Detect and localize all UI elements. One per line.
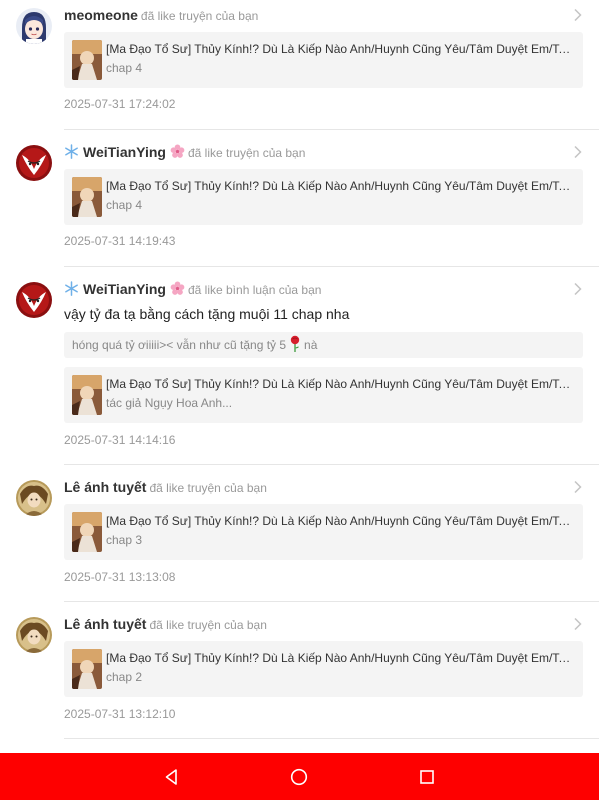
recents-square-icon <box>420 770 434 784</box>
notification-item[interactable]: Lê ánh tuyết đã like truyện của bạn [Ma Đ… <box>0 465 599 602</box>
comment-text: vậy tỷ đa tạ bằng cách tặng muội 11 chap… <box>64 306 350 322</box>
book-subtitle: chap 4 <box>106 61 143 75</box>
divider <box>64 738 599 739</box>
notification-item[interactable]: Lê ánh tuyết đã like truyện của bạn [Ma Đ… <box>0 602 599 753</box>
notification-header: Lê ánh tuyết đã like truyện của bạn <box>64 614 569 634</box>
book-cover <box>72 40 102 80</box>
avatar[interactable] <box>16 617 52 653</box>
snowflake-icon <box>65 144 78 159</box>
back-button[interactable] <box>161 766 183 788</box>
chevron-right-icon[interactable] <box>573 282 583 296</box>
book-cover <box>72 512 102 552</box>
cherry-blossom-icon <box>170 144 185 158</box>
home-button[interactable] <box>288 766 310 788</box>
avatar[interactable] <box>16 145 52 181</box>
username[interactable]: WeiTianYing <box>83 144 166 160</box>
rose-icon <box>290 335 300 352</box>
action-text: đã like truyện của bạn <box>149 618 267 632</box>
notification-header: meomeone đã like truyện của bạn <box>64 5 569 25</box>
action-text: đã like truyện của bạn <box>140 9 259 23</box>
timestamp: 2025-07-31 14:14:16 <box>64 433 176 447</box>
username[interactable]: meomeone <box>64 7 138 23</box>
action-text: đã like truyện của bạn <box>149 481 267 495</box>
snowflake-icon <box>65 281 78 296</box>
quoted-text: hóng quá tỷ ơiiiii>< vẫn như cũ tặng tỷ … <box>72 338 287 352</box>
book-subtitle: chap 3 <box>106 533 143 547</box>
book-card[interactable]: [Ma Đạo Tổ Sư] Thủy Kính!? Dù Là Kiếp Nà… <box>64 504 583 560</box>
timestamp: 2025-07-31 13:13:08 <box>64 570 176 584</box>
book-card[interactable]: [Ma Đạo Tổ Sư] Thủy Kính!? Dù Là Kiếp Nà… <box>64 641 583 697</box>
book-subtitle: chap 4 <box>106 198 143 212</box>
book-title: [Ma Đạo Tổ Sư] Thủy Kính!? Dù Là Kiếp Nà… <box>106 514 575 528</box>
timestamp: 2025-07-31 14:19:43 <box>64 234 176 248</box>
notification-item[interactable]: WeiTianYing đã like bình luận của bạn vậy… <box>0 267 599 465</box>
book-cover <box>72 177 102 217</box>
username[interactable]: Lê ánh tuyết <box>64 616 146 632</box>
book-title: [Ma Đạo Tổ Sư] Thủy Kính!? Dù Là Kiếp Nà… <box>106 179 575 193</box>
username[interactable]: Lê ánh tuyết <box>64 479 146 495</box>
notification-header: WeiTianYing đã like truyện của bạn <box>64 142 569 162</box>
quoted-comment[interactable]: hóng quá tỷ ơiiiii>< vẫn như cũ tặng tỷ … <box>64 332 583 358</box>
avatar[interactable] <box>16 282 52 318</box>
recents-button[interactable] <box>416 766 438 788</box>
book-cover <box>72 375 102 415</box>
back-triangle-icon <box>165 769 177 785</box>
book-subtitle: chap 2 <box>106 670 143 684</box>
chevron-right-icon[interactable] <box>573 480 583 494</box>
notification-item[interactable]: meomeone đã like truyện của bạn [Ma Đạo T… <box>0 0 599 130</box>
chevron-right-icon[interactable] <box>573 8 583 22</box>
book-title: [Ma Đạo Tổ Sư] Thủy Kính!? Dù Là Kiếp Nà… <box>106 42 575 56</box>
quoted-text-end: nà <box>304 338 318 352</box>
book-card[interactable]: [Ma Đạo Tổ Sư] Thủy Kính!? Dù Là Kiếp Nà… <box>64 32 583 88</box>
avatar[interactable] <box>16 8 52 44</box>
timestamp: 2025-07-31 17:24:02 <box>64 97 176 111</box>
system-navigation-bar <box>0 753 599 800</box>
book-subtitle: tác giả Ngụy Hoa Anh... <box>106 396 233 410</box>
notification-feed[interactable]: meomeone đã like truyện của bạn [Ma Đạo T… <box>0 0 599 753</box>
book-card[interactable]: [Ma Đạo Tổ Sư] Thủy Kính!? Dù Là Kiếp Nà… <box>64 367 583 423</box>
book-card[interactable]: [Ma Đạo Tổ Sư] Thủy Kính!? Dù Là Kiếp Nà… <box>64 169 583 225</box>
chevron-right-icon[interactable] <box>573 145 583 159</box>
username[interactable]: WeiTianYing <box>83 281 166 297</box>
book-title: [Ma Đạo Tổ Sư] Thủy Kính!? Dù Là Kiếp Nà… <box>106 651 575 665</box>
cherry-blossom-icon <box>170 281 185 295</box>
notification-item[interactable]: WeiTianYing đã like truyện của bạn [Ma Đạ… <box>0 130 599 267</box>
notification-header: Lê ánh tuyết đã like truyện của bạn <box>64 477 569 497</box>
action-text: đã like truyện của bạn <box>187 146 306 160</box>
action-text: đã like bình luận của bạn <box>187 283 322 297</box>
timestamp: 2025-07-31 13:12:10 <box>64 707 176 721</box>
book-title: [Ma Đạo Tổ Sư] Thủy Kính!? Dù Là Kiếp Nà… <box>106 377 575 391</box>
book-cover <box>72 649 102 689</box>
notification-header: WeiTianYing đã like bình luận của bạn <box>64 279 569 299</box>
chevron-right-icon[interactable] <box>573 617 583 631</box>
home-circle-icon <box>290 768 308 786</box>
avatar[interactable] <box>16 480 52 516</box>
